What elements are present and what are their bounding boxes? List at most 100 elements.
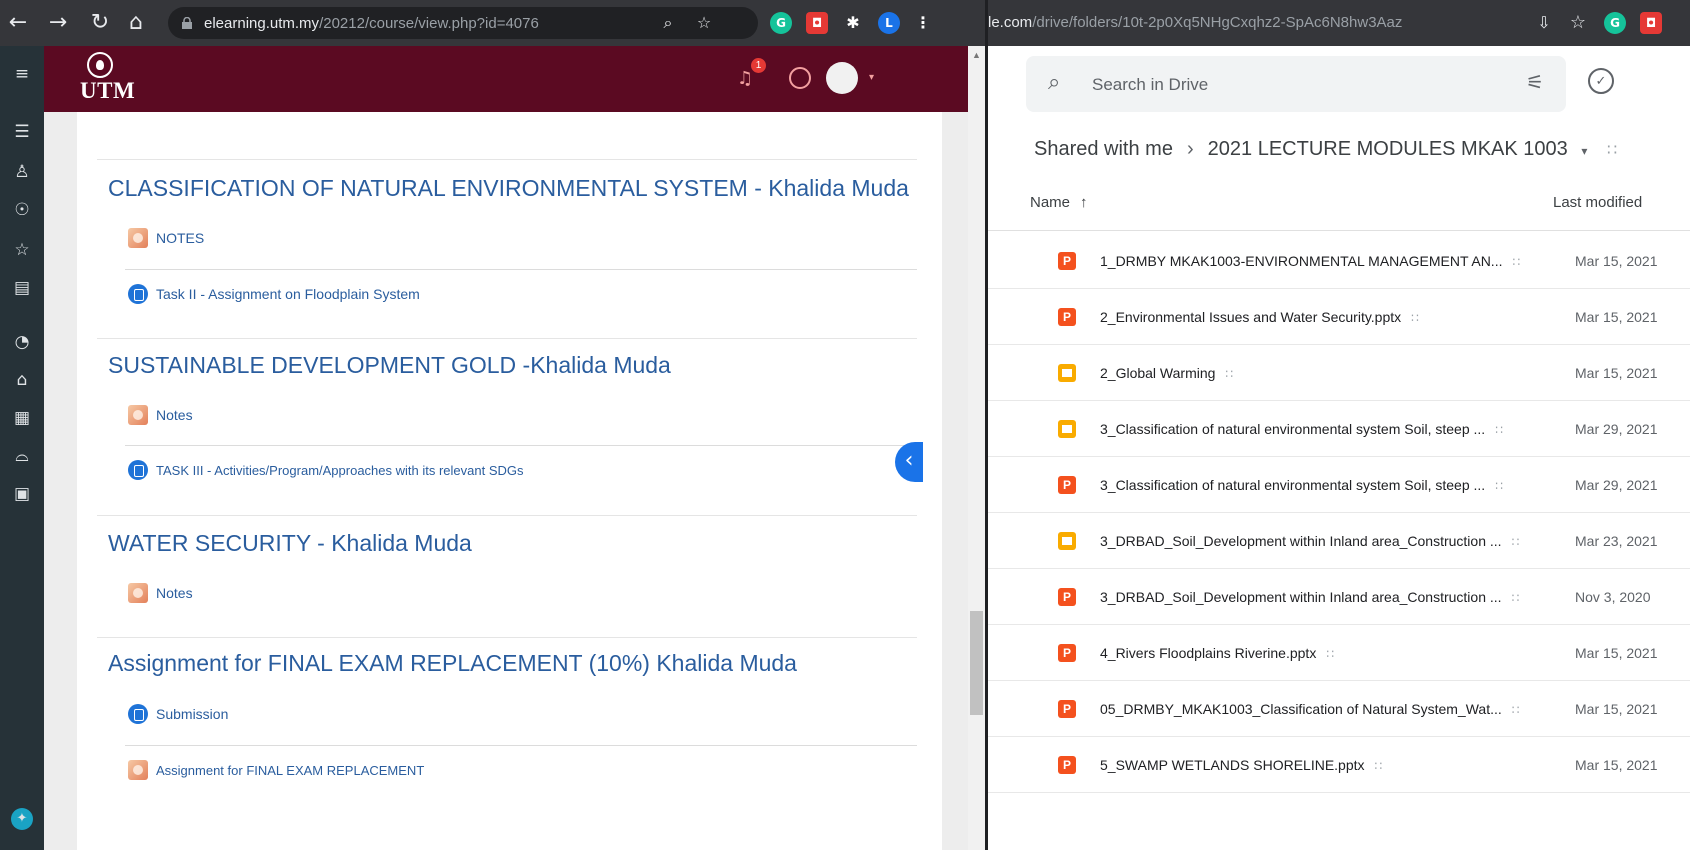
file-row[interactable]: 3_DRBAD_Soil_Development within Inland a… <box>988 513 1690 569</box>
install-app-icon[interactable]: ⇩ <box>1530 9 1558 37</box>
participants-icon[interactable]: ♙ <box>8 158 36 186</box>
activity-divider <box>125 269 917 270</box>
google-slides-icon <box>1058 420 1076 438</box>
search-options-icon[interactable]: ⚟ <box>1526 70 1544 94</box>
activity-label: Task II - Assignment on Floodplain Syste… <box>156 286 420 302</box>
grammarly-extension-icon[interactable]: G <box>1604 12 1626 34</box>
activity-final-exam-resource[interactable]: Assignment for FINAL EXAM REPLACEMENT <box>128 758 424 782</box>
activity-assignment[interactable]: Task II - Assignment on Floodplain Syste… <box>128 282 420 306</box>
activity-assignment[interactable]: TASK III - Activities/Program/Approaches… <box>128 458 524 482</box>
file-row[interactable]: P 5_SWAMP WETLANDS SHORELINE.pptx ∷ Mar 15,… <box>988 737 1690 793</box>
messages-bubble-icon[interactable] <box>789 67 811 89</box>
url-text-right[interactable]: le.com/drive/folders/10t-2p0Xq5NHgCxqhz2… <box>988 14 1402 31</box>
bookmark-star-icon[interactable]: ☆ <box>1564 9 1592 37</box>
menu-kebab-icon[interactable]: ⋮ <box>912 12 934 34</box>
grades-book-icon[interactable]: ▤ <box>8 274 36 302</box>
scrollbar-thumb[interactable] <box>970 611 983 715</box>
dashboard-gauge-icon[interactable]: ◔ <box>8 328 36 356</box>
file-resource-icon <box>128 405 148 425</box>
file-row[interactable]: P 3_Classification of natural environment… <box>988 457 1690 513</box>
file-row[interactable]: P 05_DRMBY_MKAK1003_Classification of Nat… <box>988 681 1690 737</box>
pptx-file-icon: P <box>1058 476 1076 494</box>
activity-label: Submission <box>156 706 229 722</box>
badges-icon[interactable]: ☉ <box>8 196 36 224</box>
hamburger-menu-icon[interactable]: ≡ <box>8 60 36 88</box>
user-avatar[interactable] <box>826 62 858 94</box>
file-name: 5_SWAMP WETLANDS SHORELINE.pptx ∷ <box>1100 757 1383 773</box>
search-icon[interactable]: ⌕ <box>1048 70 1060 95</box>
file-name: 3_Classification of natural environmenta… <box>1100 477 1503 493</box>
forward-arrow-icon[interactable]: → <box>44 9 72 37</box>
scroll-up-arrow-icon[interactable]: ▲ <box>972 50 981 60</box>
drive-search-box[interactable]: ⌕ Search in Drive ⚟ <box>1026 56 1566 112</box>
file-resource-icon <box>128 228 148 248</box>
zoom-icon[interactable]: ⌕ <box>654 9 682 37</box>
search-input[interactable]: Search in Drive <box>1092 75 1208 95</box>
activity-divider <box>125 745 917 746</box>
sort-by-name[interactable]: Name ↑ <box>1030 194 1088 211</box>
file-name: 4_Rivers Floodplains Riverine.pptx ∷ <box>1100 645 1334 661</box>
moodle-window: ≡ ☰ ♙ ☉ ☆ ▤ ◔ ⌂ ▦ ⌓ ▣ ✦ UTM ♫ 1 ▾ CLASSI… <box>0 46 985 850</box>
user-menu-caret-icon[interactable]: ▾ <box>869 72 874 83</box>
section-title[interactable]: WATER SECURITY - Khalida Muda <box>108 530 472 557</box>
file-name: 1_DRMBY MKAK1003-ENVIRONMENTAL MANAGEMEN… <box>1100 253 1521 269</box>
section-title[interactable]: SUSTAINABLE DEVELOPMENT GOLD -Khalida Mu… <box>108 352 671 379</box>
competencies-star-icon[interactable]: ☆ <box>8 236 36 264</box>
sort-by-modified[interactable]: Last modified <box>1553 194 1642 211</box>
bookmark-star-icon[interactable]: ☆ <box>690 9 718 37</box>
pptx-file-icon: P <box>1058 252 1076 270</box>
file-name: 2_Global Warming ∷ <box>1100 365 1234 381</box>
file-row[interactable]: P 4_Rivers Floodplains Riverine.pptx ∷ Mar … <box>988 625 1690 681</box>
file-row[interactable]: 3_Classification of natural environmenta… <box>988 401 1690 457</box>
shared-people-icon: ∷ <box>1374 759 1383 773</box>
activity-notes[interactable]: NOTES <box>128 226 204 250</box>
breadcrumb-folder[interactable]: 2021 LECTURE MODULES MKAK 1003 <box>1208 138 1568 160</box>
site-home-icon[interactable]: ⌂ <box>8 366 36 394</box>
activity-notes[interactable]: Notes <box>128 403 193 427</box>
back-arrow-icon[interactable]: ← <box>4 9 32 37</box>
file-row[interactable]: P 1_DRMBY MKAK1003-ENVIRONMENTAL MANAGEME… <box>988 233 1690 289</box>
folder-dropdown-icon[interactable]: ▾ <box>1581 144 1587 158</box>
shared-folder-icon: ∷ <box>1606 140 1618 159</box>
file-resource-icon <box>128 583 148 603</box>
activity-notes[interactable]: Notes <box>128 581 193 605</box>
extensions-puzzle-icon[interactable]: ✱ <box>842 12 864 34</box>
file-row[interactable]: P 2_Environmental Issues and Water Securi… <box>988 289 1690 345</box>
list-icon[interactable]: ☰ <box>8 118 36 146</box>
notification-badge: 1 <box>751 58 766 73</box>
my-courses-cap-icon[interactable]: ⌓ <box>8 442 36 470</box>
offline-check-icon[interactable]: ✓ <box>1588 68 1614 94</box>
file-modified-date: Mar 15, 2021 <box>1575 365 1658 381</box>
scrollbar[interactable]: ▲ <box>968 46 985 850</box>
profile-avatar[interactable]: L <box>878 12 900 34</box>
section-title[interactable]: CLASSIFICATION OF NATURAL ENVIRONMENTAL … <box>108 175 909 202</box>
activity-submission[interactable]: Submission <box>128 702 228 726</box>
file-row[interactable]: 2_Global Warming ∷ Mar 15, 2021 <box>988 345 1690 401</box>
file-modified-date: Mar 23, 2021 <box>1575 533 1658 549</box>
calendar-icon[interactable]: ▦ <box>8 404 36 432</box>
pptx-file-icon: P <box>1058 308 1076 326</box>
pptx-file-icon: P <box>1058 588 1076 606</box>
section-title[interactable]: Assignment for FINAL EXAM REPLACEMENT (1… <box>108 650 797 677</box>
private-files-icon[interactable]: ▣ <box>8 480 36 508</box>
file-row[interactable]: P 3_DRBAD_Soil_Development within Inland … <box>988 569 1690 625</box>
shield-extension-icon[interactable]: ◘ <box>1640 12 1662 34</box>
file-modified-date: Nov 3, 2020 <box>1575 589 1651 605</box>
activity-label: TASK III - Activities/Program/Approaches… <box>156 462 524 478</box>
shared-people-icon: ∷ <box>1511 535 1520 549</box>
home-icon[interactable]: ⌂ <box>122 9 150 37</box>
accessibility-icon[interactable]: ✦ <box>11 808 33 830</box>
utm-logo[interactable]: UTM <box>80 52 135 108</box>
address-bar[interactable]: elearning.utm.my/20212/course/view.php?i… <box>168 7 758 39</box>
breadcrumb: Shared with me › 2021 LECTURE MODULES MKAK… <box>1034 138 1617 161</box>
file-name: 3_DRBAD_Soil_Development within Inland a… <box>1100 533 1520 549</box>
breadcrumb-root[interactable]: Shared with me <box>1034 138 1173 160</box>
nav-drawer: ≡ ☰ ♙ ☉ ☆ ▤ ◔ ⌂ ▦ ⌓ ▣ ✦ <box>0 46 44 850</box>
reload-icon[interactable]: ↻ <box>86 9 114 37</box>
file-name: 2_Environmental Issues and Water Securit… <box>1100 309 1419 325</box>
browser-toolbar-right: le.com/drive/folders/10t-2p0Xq5NHgCxqhz2… <box>988 0 1690 46</box>
assignment-icon <box>128 460 148 480</box>
grammarly-extension-icon[interactable]: G <box>770 12 792 34</box>
file-name: 05_DRMBY_MKAK1003_Classification of Natu… <box>1100 701 1520 717</box>
shield-extension-icon[interactable]: ◘ <box>806 12 828 34</box>
